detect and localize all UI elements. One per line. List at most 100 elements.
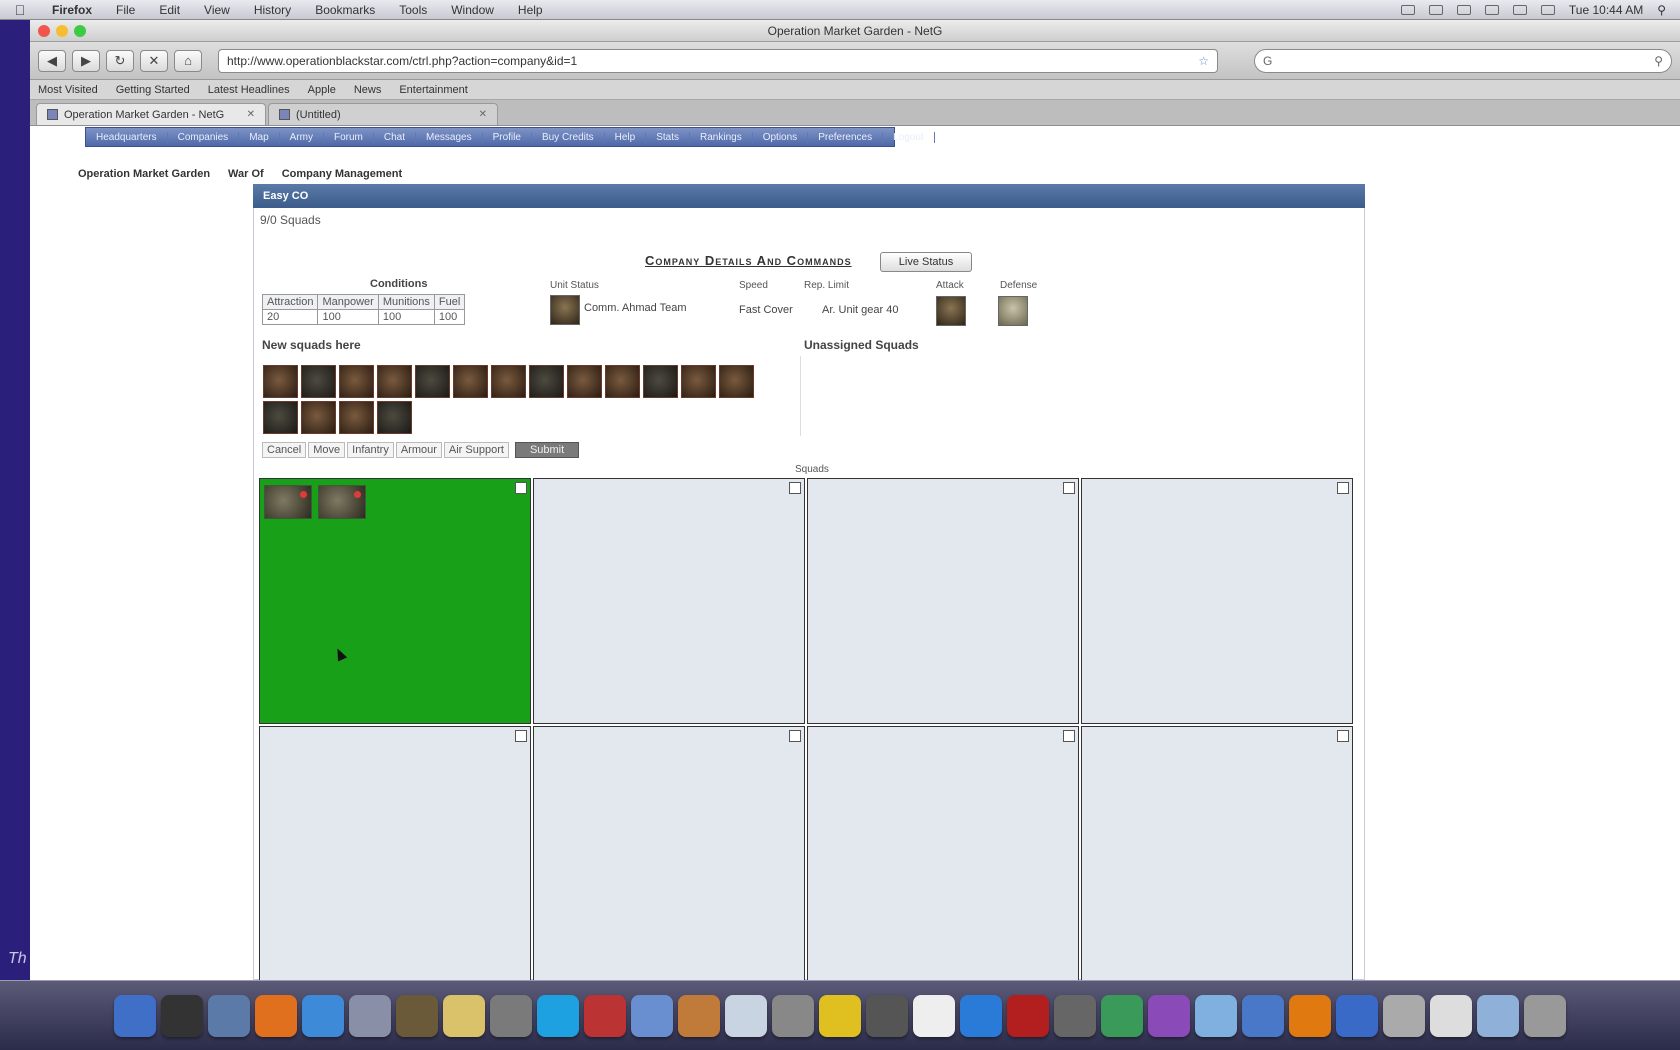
new-squad-thumbnail[interactable] bbox=[567, 365, 602, 398]
close-tab-icon[interactable]: ✕ bbox=[247, 109, 255, 120]
menu-file[interactable]: File bbox=[104, 3, 147, 17]
menu-window[interactable]: Window bbox=[439, 3, 506, 17]
squad-slot[interactable] bbox=[533, 478, 805, 724]
back-icon[interactable]: ◀ bbox=[38, 49, 66, 72]
site-nav-item-army[interactable]: Army bbox=[280, 131, 324, 143]
menu-clock[interactable]: Tue 10:44 AM bbox=[1569, 3, 1643, 17]
console-dock-icon[interactable] bbox=[866, 994, 908, 1037]
skype-dock-icon[interactable] bbox=[537, 994, 579, 1037]
site-nav-item-messages[interactable]: Messages bbox=[416, 131, 483, 143]
tab-untitled[interactable]: (Untitled) ✕ bbox=[268, 103, 498, 125]
new-squad-thumbnail[interactable] bbox=[681, 365, 716, 398]
search-engine-label[interactable]: G bbox=[1263, 54, 1654, 68]
slot-checkbox[interactable] bbox=[515, 482, 527, 494]
assigned-squad-thumbnail[interactable] bbox=[264, 485, 312, 519]
chrome-dock-icon[interactable] bbox=[960, 994, 1002, 1037]
site-nav-item-map[interactable]: Map bbox=[239, 131, 280, 143]
breadcrumb-item[interactable]: War Of bbox=[228, 168, 264, 180]
squad-slot[interactable] bbox=[1081, 726, 1353, 980]
new-squad-thumbnail[interactable] bbox=[301, 401, 336, 434]
server-dock-icon[interactable] bbox=[1383, 994, 1425, 1037]
commander-portrait[interactable] bbox=[550, 295, 580, 325]
network-dock-icon[interactable] bbox=[1336, 994, 1378, 1037]
armour-button[interactable]: Armour bbox=[395, 442, 442, 458]
new-squad-thumbnail[interactable] bbox=[301, 365, 336, 398]
firefox-dock-icon[interactable] bbox=[255, 994, 297, 1037]
slot-checkbox[interactable] bbox=[789, 482, 801, 494]
new-squad-thumbnail[interactable] bbox=[263, 365, 298, 398]
slot-checkbox[interactable] bbox=[789, 730, 801, 742]
search-icon[interactable]: ⚲ bbox=[1654, 54, 1663, 68]
slot-checkbox[interactable] bbox=[1337, 730, 1349, 742]
books-dock-icon[interactable] bbox=[1007, 994, 1049, 1037]
spotlight-icon[interactable]: ⚲ bbox=[1657, 3, 1666, 17]
unassigned-squads-area[interactable] bbox=[800, 356, 1356, 436]
new-squad-thumbnail[interactable] bbox=[377, 401, 412, 434]
window-titlebar[interactable]: Operation Market Garden - NetG bbox=[30, 20, 1680, 42]
attack-unit-portrait[interactable] bbox=[936, 296, 966, 326]
menu-tools[interactable]: Tools bbox=[387, 3, 439, 17]
search-box[interactable]: G ⚲ bbox=[1254, 48, 1672, 73]
dashboard-dock-icon[interactable] bbox=[161, 994, 203, 1037]
site-nav-item-preferences[interactable]: Preferences bbox=[808, 131, 884, 143]
url-bar[interactable]: http://www.operationblackstar.com/ctrl.p… bbox=[218, 48, 1218, 73]
sync-icon[interactable] bbox=[1456, 4, 1471, 15]
squad-slot[interactable] bbox=[533, 726, 805, 980]
new-squad-thumbnail[interactable] bbox=[491, 365, 526, 398]
site-nav-item-stats[interactable]: Stats bbox=[646, 131, 691, 143]
menu-bookmarks[interactable]: Bookmarks bbox=[303, 3, 387, 17]
site-nav-item-headquarters[interactable]: Headquarters bbox=[86, 131, 168, 143]
bookmark-getting-started[interactable]: Getting Started bbox=[116, 84, 190, 96]
air-support-button[interactable]: Air Support bbox=[443, 442, 509, 458]
stickies-dock-icon[interactable] bbox=[443, 994, 485, 1037]
tools-dock-icon[interactable] bbox=[490, 994, 532, 1037]
camera-icon[interactable] bbox=[1400, 4, 1415, 15]
reload-icon[interactable]: ↻ bbox=[106, 49, 134, 72]
slot-checkbox[interactable] bbox=[1063, 730, 1075, 742]
vlc-dock-icon[interactable] bbox=[1289, 994, 1331, 1037]
system-dock-icon[interactable] bbox=[772, 994, 814, 1037]
cancel-button[interactable]: Cancel bbox=[262, 442, 307, 458]
squad-slot[interactable] bbox=[259, 478, 531, 724]
tab-operation-market-garden[interactable]: Operation Market Garden - NetG ✕ bbox=[36, 103, 266, 125]
nuke-dock-icon[interactable] bbox=[819, 994, 861, 1037]
site-nav-item-companies[interactable]: Companies bbox=[168, 131, 240, 143]
company-title[interactable]: Company Details And Commands bbox=[645, 253, 852, 268]
new-squad-thumbnail[interactable] bbox=[529, 365, 564, 398]
sticky-dock-icon[interactable] bbox=[1195, 994, 1237, 1037]
submit-button[interactable]: Submit bbox=[514, 442, 580, 458]
itunes-dock-icon[interactable] bbox=[631, 994, 673, 1037]
bookmark-most-visited[interactable]: Most Visited bbox=[38, 84, 98, 96]
defense-unit-portrait[interactable] bbox=[998, 296, 1028, 326]
photo-booth-dock-icon[interactable] bbox=[1148, 994, 1190, 1037]
wifi-icon[interactable] bbox=[1484, 4, 1499, 15]
bookmark-apple[interactable]: Apple bbox=[308, 84, 336, 96]
squad-slot[interactable] bbox=[1081, 478, 1353, 724]
forward-icon[interactable]: ▶ bbox=[72, 49, 100, 72]
monitor-dock-icon[interactable] bbox=[1054, 994, 1096, 1037]
trash-dock-icon[interactable] bbox=[1524, 994, 1566, 1037]
new-squad-thumbnail[interactable] bbox=[377, 365, 412, 398]
garage-dock-icon[interactable] bbox=[678, 994, 720, 1037]
squad-slot[interactable] bbox=[807, 726, 1079, 980]
close-tab-icon[interactable]: ✕ bbox=[479, 109, 487, 120]
photo-dock-icon[interactable] bbox=[396, 994, 438, 1037]
menu-view[interactable]: View bbox=[192, 3, 242, 17]
slot-checkbox[interactable] bbox=[1337, 482, 1349, 494]
new-squad-thumbnail[interactable] bbox=[643, 365, 678, 398]
site-nav-item-buy-credits[interactable]: Buy Credits bbox=[532, 131, 605, 143]
mail-dock-icon[interactable] bbox=[208, 994, 250, 1037]
squad-slot[interactable] bbox=[259, 726, 531, 980]
downloads-dock-icon[interactable] bbox=[1477, 994, 1519, 1037]
site-nav-item-logout[interactable]: Logout bbox=[883, 131, 935, 143]
battery-icon[interactable] bbox=[1540, 4, 1555, 15]
move-button[interactable]: Move bbox=[308, 442, 346, 458]
docs-dock-icon[interactable] bbox=[1430, 994, 1472, 1037]
site-nav-item-rankings[interactable]: Rankings bbox=[690, 131, 753, 143]
menu-help[interactable]: Help bbox=[506, 3, 555, 17]
ical-dock-icon[interactable] bbox=[913, 994, 955, 1037]
preview-dock-icon[interactable] bbox=[349, 994, 391, 1037]
bookmark-latest-headlines[interactable]: Latest Headlines bbox=[208, 84, 290, 96]
apple-menu-icon[interactable]:  bbox=[0, 2, 40, 18]
live-status-button[interactable]: Live Status bbox=[880, 252, 972, 272]
